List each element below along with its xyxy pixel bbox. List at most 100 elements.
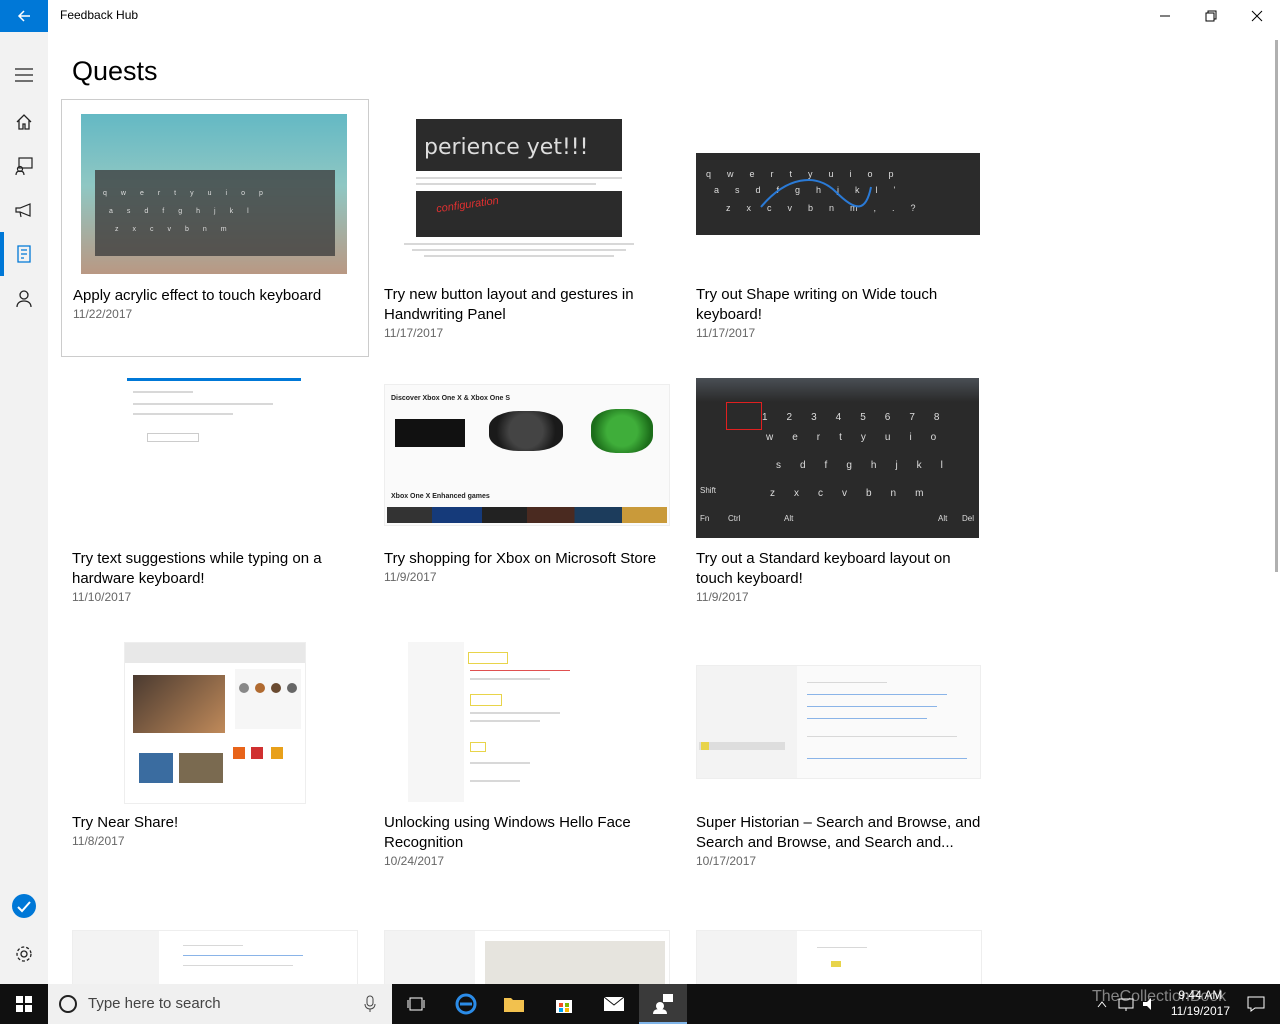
quest-thumbnail[interactable]	[384, 930, 670, 986]
close-button[interactable]	[1234, 0, 1280, 32]
nav-pane	[0, 32, 48, 984]
keyboard-letters: sdfghjkl	[776, 460, 962, 471]
show-hidden-icons-button[interactable]	[1090, 984, 1114, 1024]
keyboard-titlebar	[696, 378, 979, 402]
keyboard-letters: zxcvbnm	[770, 488, 943, 499]
feedback-hub-logo-icon	[12, 894, 36, 918]
file-explorer-button[interactable]	[490, 984, 538, 1024]
quests-icon	[17, 245, 31, 263]
taskbar-search[interactable]: Type here to search	[48, 984, 392, 1024]
quest-thumbnail	[696, 665, 981, 779]
nav-announcements[interactable]	[0, 188, 48, 232]
quest-card[interactable]: 12345678 wertyuio sdfghjkl zxcvbnm Shift…	[685, 363, 993, 621]
app-tile	[251, 747, 263, 759]
ctrl-key: Ctrl	[728, 514, 741, 523]
taskbar: Type here to search TheCollectionBook 9:…	[0, 984, 1280, 1024]
system-clock[interactable]: 9:44 AM 11/19/2017	[1171, 987, 1230, 1019]
quest-date: 11/22/2017	[73, 307, 133, 321]
quest-card[interactable]: Discover Xbox One X & Xbox One S Xbox On…	[373, 363, 681, 621]
nav-profile[interactable]	[0, 276, 48, 320]
nav-settings[interactable]	[0, 932, 48, 976]
suggestion-chip	[147, 433, 199, 442]
shape-writing-trace	[760, 179, 872, 208]
quest-card[interactable]: perience yet!!! configuration Try new bu…	[373, 99, 681, 357]
task-view-button[interactable]	[392, 984, 440, 1024]
quest-date: 10/24/2017	[384, 854, 445, 868]
app-tile	[233, 747, 245, 759]
notification-icon	[1247, 996, 1265, 1012]
quest-thumbnail[interactable]	[72, 930, 358, 986]
handwriting-panel-image: perience yet!!!	[416, 119, 622, 171]
search-placeholder: Type here to search	[88, 995, 221, 1012]
quest-thumbnail	[408, 642, 598, 802]
handwriting-scribble: configuration	[435, 194, 500, 216]
store-button[interactable]	[540, 984, 588, 1024]
app-title: Feedback Hub	[60, 8, 139, 22]
quest-date: 11/17/2017	[696, 326, 756, 340]
keyboard-letters: zxcvbnm	[115, 226, 241, 233]
home-icon	[16, 114, 32, 130]
highlighted-key	[726, 402, 762, 430]
quest-thumbnail[interactable]	[696, 930, 982, 986]
quest-title: Try text suggestions while typing on a h…	[72, 550, 322, 587]
quest-thumbnail: qwertyuiop asdfghjkl zxcvbnm	[81, 114, 347, 274]
network-button[interactable]	[1114, 984, 1138, 1024]
nav-feedback-app[interactable]	[0, 884, 48, 928]
highlight-marker	[701, 742, 709, 750]
vertical-scrollbar[interactable]	[1275, 40, 1278, 572]
folder-icon	[504, 998, 524, 1012]
back-arrow-icon	[17, 10, 30, 22]
edge-icon	[455, 993, 477, 1015]
nav-quests[interactable]	[0, 232, 48, 276]
handwriting-text: perience yet!!!	[424, 135, 589, 160]
quest-card[interactable]: Try text suggestions while typing on a h…	[61, 363, 369, 621]
edge-button[interactable]	[442, 984, 490, 1024]
quest-card[interactable]: qwertyuiop asdfghjkl' zxcvbnm,.? Try out…	[685, 99, 993, 357]
quest-title: Try new button layout and gestures in Ha…	[384, 286, 634, 323]
windows-logo-icon	[16, 996, 32, 1012]
map-image	[485, 941, 665, 985]
nav-feedback[interactable]	[0, 144, 48, 188]
handwriting-panel-image: configuration	[416, 191, 622, 237]
hamburger-button[interactable]	[0, 53, 48, 97]
volume-button[interactable]	[1138, 984, 1162, 1024]
close-icon	[1251, 10, 1263, 22]
start-button[interactable]	[0, 984, 48, 1024]
hamburger-icon	[15, 68, 33, 82]
quest-date: 11/9/2017	[384, 570, 437, 584]
task-view-icon	[407, 997, 425, 1011]
quest-card[interactable]: qwertyuiop asdfghjkl zxcvbnm Apply acryl…	[61, 99, 369, 357]
quest-thumbnail: qwertyuiop asdfghjkl' zxcvbnm,.?	[696, 153, 980, 235]
nav-home[interactable]	[0, 100, 48, 144]
restore-button[interactable]	[1188, 0, 1234, 32]
quest-date: 11/8/2017	[72, 834, 125, 848]
mail-button[interactable]	[590, 984, 638, 1024]
quest-card[interactable]: Unlocking using Windows Hello Face Recog…	[373, 627, 681, 885]
back-button[interactable]	[0, 0, 48, 32]
quest-date: 11/9/2017	[696, 590, 749, 604]
quest-thumbnail	[127, 378, 301, 451]
xbox-games-heading: Xbox One X Enhanced games	[391, 493, 490, 500]
windows-hello-heading	[470, 694, 502, 706]
keyboard-letters: asdfghjkl	[109, 208, 263, 215]
alt-key: Alt	[784, 514, 794, 523]
games-strip-image	[387, 507, 667, 523]
microphone-icon[interactable]	[364, 995, 376, 1013]
cortana-icon	[59, 995, 77, 1013]
quest-card[interactable]: Try Near Share! 11/8/2017	[61, 627, 369, 885]
share-dialog	[235, 669, 301, 729]
quest-title: Try out Shape writing on Wide touch keyb…	[696, 286, 938, 323]
del-key: Del	[962, 514, 975, 523]
minimize-button[interactable]	[1142, 0, 1188, 32]
quest-card[interactable]: Super Historian – Search and Browse, and…	[685, 627, 993, 885]
quest-title: Unlocking using Windows Hello Face Recog…	[384, 814, 631, 851]
set-up-button-image	[470, 742, 486, 752]
quest-title: Try out a Standard keyboard layout on to…	[696, 550, 951, 587]
selected-filter	[699, 742, 785, 750]
gear-icon	[16, 946, 32, 962]
speaker-icon	[1143, 998, 1151, 1010]
feedback-hub-taskbar-button[interactable]	[639, 984, 687, 1024]
historian-sidebar	[697, 666, 797, 778]
action-center-button[interactable]	[1236, 984, 1276, 1024]
xbox-controller-image	[489, 411, 563, 451]
